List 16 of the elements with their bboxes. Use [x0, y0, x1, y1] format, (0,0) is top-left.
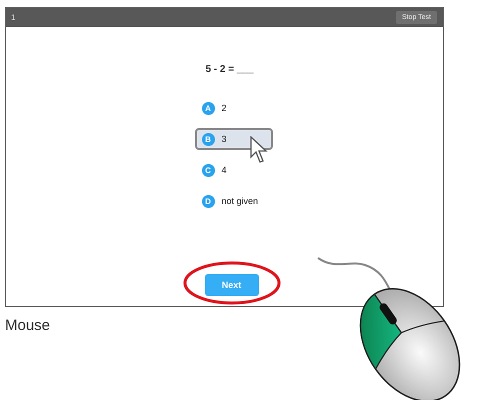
option-letter: C: [202, 164, 214, 176]
option-text: 2: [222, 103, 227, 113]
option-text: not given: [222, 196, 258, 206]
caption-text: Mouse: [5, 317, 52, 334]
question-text: 5 - 2 = ___: [205, 64, 254, 75]
question-number: 1: [11, 13, 16, 22]
option-letter: D: [202, 194, 214, 208]
option-text: 3: [222, 134, 227, 144]
answer-option[interactable]: A 2: [194, 97, 272, 119]
answer-option[interactable]: C 4: [194, 159, 272, 181]
answer-option[interactable]: D not given: [194, 190, 272, 212]
option-letter: A: [202, 102, 214, 114]
answer-option[interactable]: B 3: [194, 128, 272, 150]
option-text: 4: [222, 165, 227, 175]
pointer-icon: [250, 136, 268, 164]
option-letter: B: [202, 132, 214, 146]
